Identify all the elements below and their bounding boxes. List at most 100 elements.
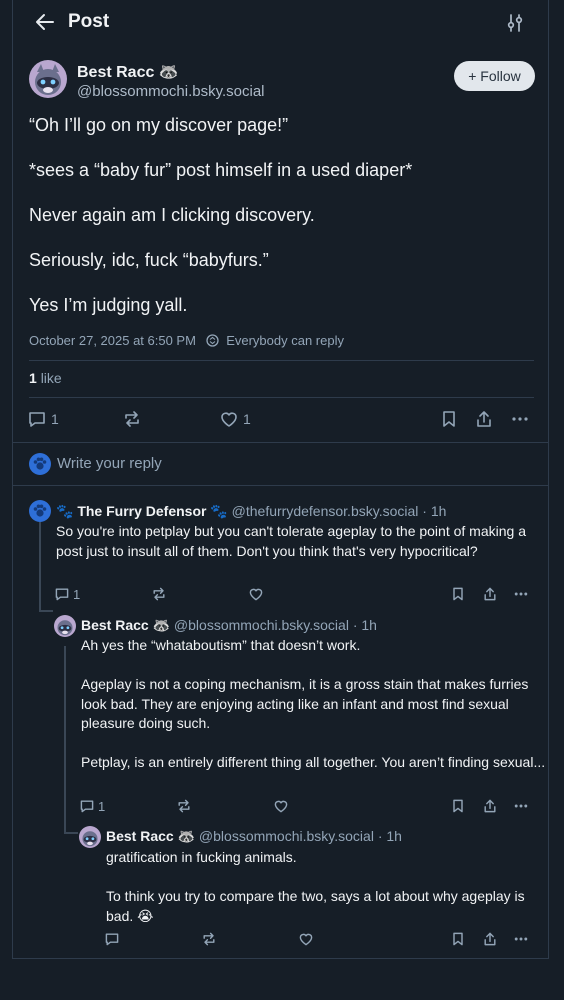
comment-author-handle[interactable]: @blossommochi.bsky.social	[199, 828, 374, 844]
sliders-icon[interactable]	[504, 12, 526, 34]
divider	[29, 397, 534, 398]
like-button[interactable]	[248, 586, 264, 602]
post-author-name[interactable]: Best Racc 🦝	[77, 62, 179, 82]
column-bottom-border	[12, 958, 549, 959]
reply-input[interactable]: Write your reply	[57, 455, 162, 472]
likes-count: 1	[29, 370, 37, 386]
bookmark-icon	[453, 799, 463, 813]
reply-button[interactable]: 1	[79, 798, 105, 814]
share-button[interactable]	[482, 586, 498, 602]
comment-author-handle[interactable]: @thefurrydefensor.bsky.social	[232, 503, 419, 519]
more-button[interactable]	[513, 798, 529, 814]
page-title: Post	[68, 11, 110, 32]
comment-time[interactable]: · 1h	[378, 828, 402, 844]
bookmark-icon	[453, 587, 463, 601]
post-paragraph: Yes I’m judging yall.	[29, 295, 188, 315]
comment-paragraph: To think you try to compare the two, say…	[106, 888, 525, 924]
comment-paragraph: gratification in fucking animals.	[106, 849, 297, 865]
share-icon	[477, 411, 491, 427]
repost-button[interactable]	[176, 798, 192, 814]
share-icon	[484, 587, 496, 601]
comment-paragraph: Petplay, is an entirely different thing …	[81, 754, 546, 770]
reply-button[interactable]: 1	[27, 409, 59, 429]
header: Post	[13, 0, 548, 46]
more-button[interactable]	[510, 409, 530, 429]
share-icon	[484, 799, 496, 813]
post-author-handle[interactable]: @blossommochi.bsky.social	[77, 83, 265, 100]
repost-button[interactable]	[201, 931, 217, 947]
comment-header: Best Racc 🦝 @blossommochi.bsky.social · …	[106, 828, 402, 845]
repost-icon	[153, 587, 165, 601]
heart-icon	[299, 933, 313, 946]
comment-text: So you're into petplay but you can't tol…	[56, 522, 526, 561]
heart-icon	[221, 412, 237, 427]
comment-author-handle[interactable]: @blossommochi.bsky.social	[174, 617, 349, 633]
more-horizontal-icon	[514, 592, 528, 596]
comment-text: gratification in fucking animals. To thi…	[106, 848, 546, 926]
repost-icon	[203, 932, 215, 946]
repost-button[interactable]	[151, 586, 167, 602]
like-count: 1	[243, 411, 251, 427]
more-horizontal-icon	[514, 937, 528, 941]
post-paragraph: Seriously, idc, fuck “babyfurs.”	[29, 250, 269, 270]
bookmark-icon	[443, 411, 455, 427]
like-button[interactable]	[298, 931, 314, 947]
more-horizontal-icon	[512, 417, 528, 421]
thread-line	[39, 610, 53, 612]
heart-icon	[274, 800, 288, 813]
divider	[29, 360, 534, 361]
thread-line	[39, 522, 41, 612]
post-paragraph: *sees a “baby fur” post himself in a use…	[29, 160, 413, 180]
avatar[interactable]	[29, 500, 51, 522]
divider	[13, 485, 548, 486]
my-avatar	[29, 453, 51, 475]
comment-time[interactable]: · 1h	[353, 617, 377, 633]
bookmark-button[interactable]	[450, 586, 466, 602]
comment-header: 🐾 The Furry Defensor 🐾 @thefurrydefensor…	[56, 503, 446, 520]
avatar[interactable]	[54, 615, 76, 637]
comment-paragraph: Ageplay is not a coping mechanism, it is…	[81, 676, 529, 731]
comment-header: Best Racc 🦝 @blossommochi.bsky.social · …	[81, 617, 377, 634]
likes-label: like	[40, 370, 62, 386]
repost-icon	[125, 411, 139, 427]
reply-setting-label[interactable]: Everybody can reply	[226, 333, 344, 348]
reply-icon	[29, 412, 45, 427]
post-meta: October 27, 2025 at 6:50 PM Everybody ca…	[29, 333, 344, 348]
more-button[interactable]	[513, 931, 529, 947]
follow-button[interactable]: + Follow	[454, 61, 535, 91]
comment-author-name[interactable]: 🐾 The Furry Defensor 🐾	[56, 503, 228, 519]
share-button[interactable]	[482, 931, 498, 947]
comment-author-name[interactable]: Best Racc 🦝	[106, 828, 195, 844]
arrow-left-icon[interactable]	[33, 10, 57, 34]
share-button[interactable]	[482, 798, 498, 814]
post-text: “Oh I’ll go on my discover page!” *sees …	[29, 114, 534, 339]
more-horizontal-icon	[514, 804, 528, 808]
thread-line	[64, 646, 66, 834]
avatar[interactable]	[79, 826, 101, 848]
bookmark-button[interactable]	[450, 931, 466, 947]
reply-icon	[55, 588, 69, 601]
bookmark-icon	[453, 932, 463, 946]
repost-button[interactable]	[122, 409, 142, 429]
like-button[interactable]	[273, 798, 289, 814]
reply-button[interactable]	[104, 931, 120, 947]
comment-paragraph: Ah yes the “whataboutism” that doesn’t w…	[81, 637, 361, 653]
likes-summary[interactable]: 1 like	[29, 370, 62, 386]
repost-icon	[178, 799, 190, 813]
comment-author-name[interactable]: Best Racc 🦝	[81, 617, 170, 633]
comment-time[interactable]: · 1h	[422, 503, 446, 519]
share-button[interactable]	[474, 409, 494, 429]
heart-icon	[249, 588, 263, 601]
bookmark-button[interactable]	[450, 798, 466, 814]
thread-line	[64, 832, 78, 834]
post-timestamp[interactable]: October 27, 2025 at 6:50 PM	[29, 333, 196, 348]
bookmark-button[interactable]	[439, 409, 459, 429]
reply-icon	[80, 800, 94, 813]
reply-count: 1	[73, 586, 81, 602]
reply-button[interactable]: 1	[54, 586, 80, 602]
like-button[interactable]: 1	[219, 409, 251, 429]
comment-paragraph: So you're into petplay but you can't tol…	[56, 523, 526, 559]
more-button[interactable]	[513, 586, 529, 602]
post-paragraph: Never again am I clicking discovery.	[29, 205, 315, 225]
avatar[interactable]	[29, 60, 67, 98]
